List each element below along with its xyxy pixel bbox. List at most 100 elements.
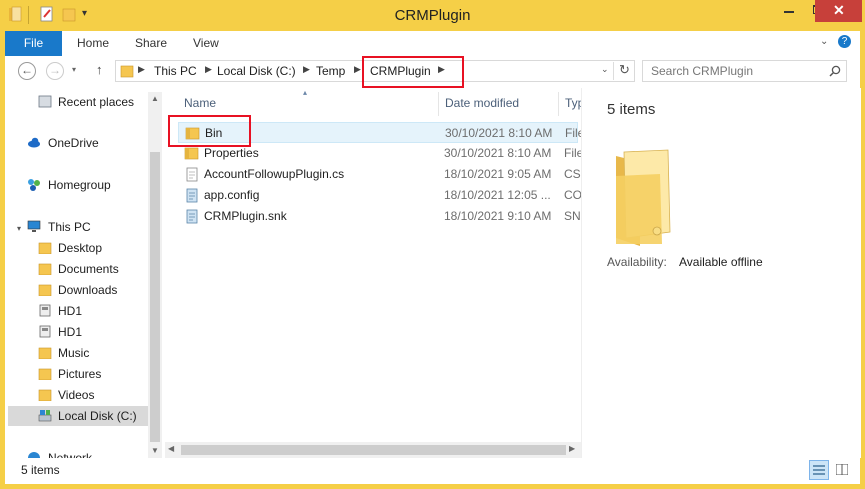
column-header-name[interactable]: Name [184, 96, 216, 110]
tab-share[interactable]: Share [135, 31, 167, 56]
homegroup-icon [28, 179, 40, 191]
nav-label: Desktop [58, 241, 103, 255]
minimize-button[interactable] [775, 0, 803, 22]
file-row-crmplugin-snk[interactable]: CRMPlugin.snk 18/10/2021 9:10 AM SN [178, 206, 581, 227]
nav-item-network[interactable]: Network [5, 448, 155, 458]
status-bar: 5 items [5, 458, 860, 484]
file-type: CO [564, 188, 582, 202]
close-button[interactable]: ✕ [815, 0, 862, 22]
folder-icon [120, 65, 134, 78]
file-name: app.config [204, 188, 260, 202]
nav-item-pictures[interactable]: Pictures [5, 364, 155, 384]
nav-label: Network [48, 451, 93, 458]
cs-file-icon [186, 167, 198, 182]
nav-label: HD1 [58, 325, 83, 339]
column-header-date-modified[interactable]: Date modified [445, 96, 519, 110]
config-file-icon [186, 188, 198, 203]
status-text: 5 items [21, 463, 60, 477]
details-view-button[interactable] [809, 460, 829, 480]
refresh-icon[interactable]: ↻ [619, 62, 630, 78]
breadcrumb-local-disk[interactable]: Local Disk (C:) [217, 64, 296, 78]
nav-item-downloads[interactable]: Downloads [5, 280, 155, 300]
file-name: CRMPlugin.snk [204, 209, 287, 223]
file-date: 18/10/2021 9:05 AM [444, 167, 552, 181]
availability-label: Availability: [607, 255, 667, 269]
scrollbar-thumb[interactable] [150, 152, 160, 442]
file-type: SN [564, 209, 581, 223]
up-arrow-icon: ↑ [96, 62, 103, 77]
nav-item-onedrive[interactable]: OneDrive [5, 133, 155, 153]
recent-places-icon [38, 95, 52, 108]
search-icon[interactable] [829, 65, 841, 77]
navigation-pane: Recent places OneDrive Homegroup ▾ This … [5, 88, 163, 458]
onedrive-icon [28, 137, 40, 148]
scrollbar-thumb[interactable] [181, 445, 566, 455]
breadcrumb-this-pc[interactable]: This PC [154, 64, 197, 78]
nav-label: HD1 [58, 304, 83, 318]
network-icon [28, 452, 40, 458]
scroll-down-icon[interactable]: ▼ [151, 446, 159, 455]
nav-label: Homegroup [48, 178, 111, 192]
folder-icon [38, 242, 52, 254]
nav-item-recent-places[interactable]: Recent places [5, 92, 155, 112]
nav-label: This PC [48, 220, 91, 234]
tab-home[interactable]: Home [77, 31, 109, 56]
breadcrumb-separator-icon[interactable]: ▶ [138, 64, 145, 75]
folder-icon [38, 368, 52, 380]
highlight-box-bin [168, 115, 251, 147]
file-name: AccountFollowupPlugin.cs [204, 167, 345, 181]
scroll-up-icon[interactable]: ▲ [151, 94, 159, 103]
nav-label: Videos [58, 388, 95, 402]
nav-item-music[interactable]: Music [5, 343, 155, 363]
nav-item-desktop[interactable]: Desktop [5, 238, 155, 258]
file-date: 30/10/2021 8:10 AM [444, 146, 552, 160]
breadcrumb-temp[interactable]: Temp [316, 64, 345, 78]
nav-label: OneDrive [48, 136, 99, 150]
large-icons-view-button[interactable] [833, 460, 853, 480]
file-row-accountfollowupplugin[interactable]: AccountFollowupPlugin.cs 18/10/2021 9:05… [178, 164, 581, 185]
tab-view[interactable]: View [193, 31, 219, 56]
nav-label: Pictures [58, 367, 102, 381]
nav-pane-scrollbar[interactable]: ▲ ▼ [148, 92, 162, 458]
breadcrumb-separator-icon[interactable]: ▶ [205, 64, 212, 75]
nav-item-videos[interactable]: Videos [5, 385, 155, 405]
search-input[interactable]: Search CRMPlugin [642, 60, 847, 82]
forward-button[interactable]: → [46, 62, 64, 80]
help-icon[interactable]: ? [838, 35, 851, 48]
file-list-horizontal-scrollbar[interactable]: ◀ ▶ [165, 442, 581, 458]
folder-icon [38, 284, 52, 296]
nav-item-hd1[interactable]: HD1 [5, 301, 155, 321]
file-date: 18/10/2021 9:10 AM [444, 209, 552, 223]
nav-item-hd1-2[interactable]: HD1 [5, 322, 155, 342]
disk-icon [38, 410, 52, 422]
snk-file-icon [186, 209, 198, 224]
recent-locations-dropdown[interactable]: ▾ [72, 65, 76, 74]
scroll-right-icon[interactable]: ▶ [569, 444, 575, 453]
file-type: CS [564, 167, 581, 181]
scroll-left-icon[interactable]: ◀ [168, 444, 174, 453]
nav-label: Music [58, 346, 90, 360]
address-dropdown-icon[interactable]: ⌄ [601, 64, 609, 75]
file-date: 18/10/2021 12:05 ... [444, 188, 551, 202]
file-row-app-config[interactable]: app.config 18/10/2021 12:05 ... CO [178, 185, 582, 206]
nav-label: Documents [58, 262, 119, 276]
highlight-box-crmplugin [362, 56, 464, 88]
ribbon-tabs: File Home Share View ⌄ ? [5, 31, 860, 57]
large-folder-icon [616, 149, 671, 246]
nav-item-this-pc[interactable]: This PC [5, 217, 155, 237]
up-button[interactable]: ↑ [96, 62, 103, 77]
folder-icon [38, 263, 52, 275]
drive-icon [39, 325, 51, 338]
breadcrumb-separator-icon[interactable]: ▶ [303, 64, 310, 75]
breadcrumb-separator-icon[interactable]: ▶ [354, 64, 361, 75]
details-view-icon [813, 465, 825, 475]
nav-item-local-disk[interactable]: Local Disk (C:) [8, 406, 148, 426]
expand-ribbon-icon[interactable]: ⌄ [820, 36, 828, 47]
close-icon: ✕ [833, 2, 845, 18]
nav-item-homegroup[interactable]: Homegroup [5, 175, 155, 195]
back-button[interactable]: ← [18, 62, 36, 80]
nav-item-documents[interactable]: Documents [5, 259, 155, 279]
window-title: CRMPlugin [394, 7, 471, 24]
tab-file[interactable]: File [5, 31, 62, 56]
item-count: 5 items [607, 101, 656, 118]
